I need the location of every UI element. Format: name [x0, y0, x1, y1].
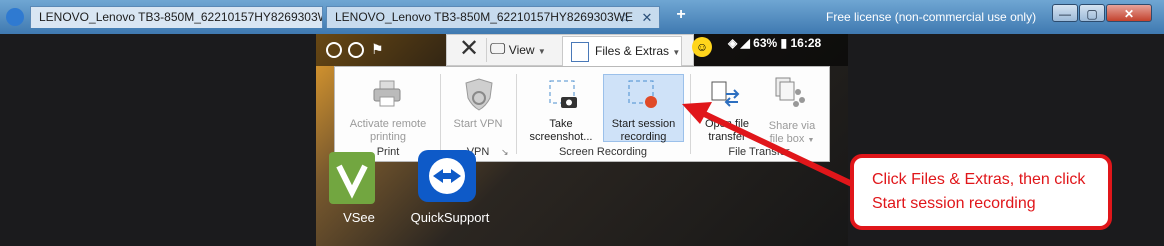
callout-text: Click Files & Extras, then click Start s… [872, 171, 1086, 212]
instruction-callout: Click Files & Extras, then click Start s… [850, 154, 1112, 230]
